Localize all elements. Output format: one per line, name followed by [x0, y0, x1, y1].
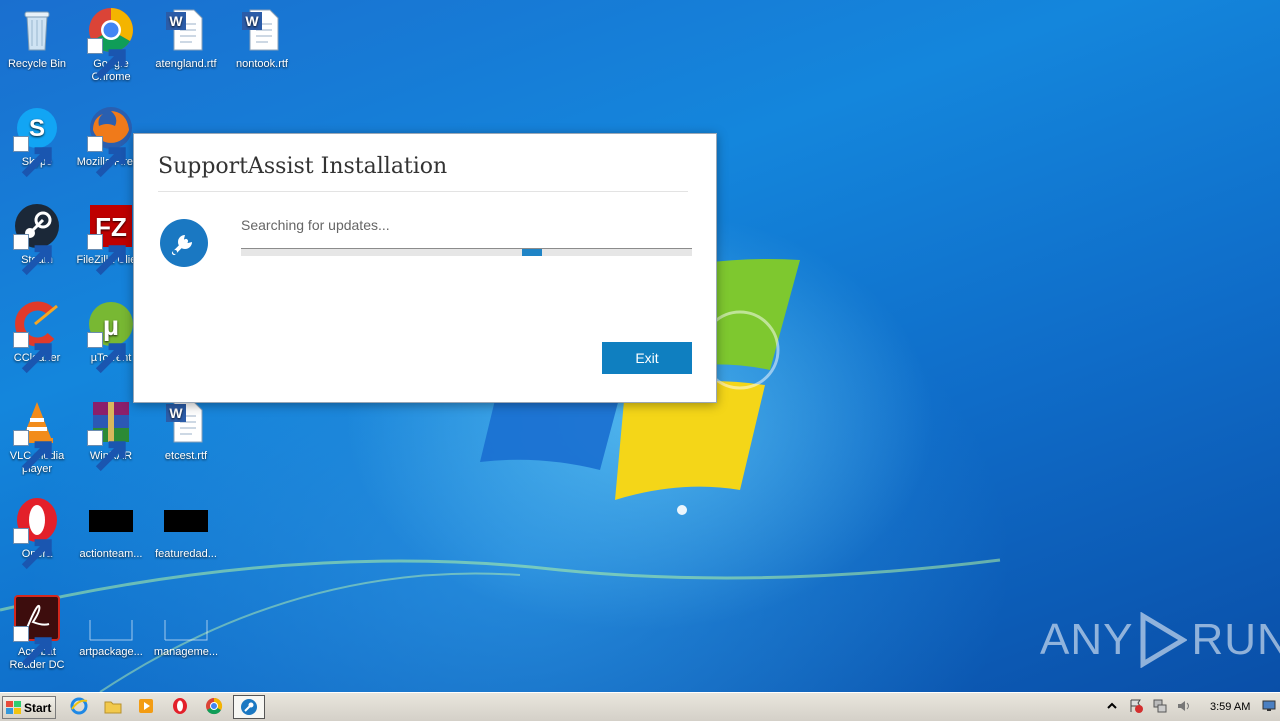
svg-text:W: W: [169, 13, 183, 29]
start-button[interactable]: Start: [2, 696, 56, 719]
quicklaunch-explorer[interactable]: [104, 697, 124, 717]
clock: 3:59 AM: [1210, 701, 1251, 713]
shortcut-arrow-icon: [13, 626, 52, 668]
shortcut-arrow-icon: [87, 136, 126, 178]
recycle-bin-icon: [24, 11, 50, 51]
supportassist-dialog: SupportAssist Installation Searching for…: [133, 133, 717, 403]
tray-action-center[interactable]: [1128, 698, 1146, 716]
system-tray: 3:59 AM: [1104, 695, 1280, 719]
media-player-icon: [139, 699, 153, 713]
network-icon: [1153, 699, 1167, 713]
word-document-icon: W: [242, 9, 279, 51]
internet-explorer-icon: [70, 697, 88, 715]
folder-icon: [104, 701, 122, 714]
shortcut-arrow-icon: [13, 136, 52, 178]
exit-button[interactable]: Exit: [602, 342, 692, 374]
blank-file-icon: [89, 620, 133, 641]
start-label: Start: [24, 700, 52, 715]
flag-warning-icon: [1130, 699, 1143, 713]
shortcut-arrow-icon: [87, 332, 126, 374]
wrench-icon: [160, 219, 208, 267]
tray-volume[interactable]: [1176, 698, 1194, 716]
desktop-icon-recycle-bin[interactable]: Recycle Bin: [0, 6, 74, 71]
desktop-icon-label: manageme...: [153, 646, 219, 658]
shortcut-arrow-icon: [13, 234, 52, 276]
monitor-icon: [1262, 700, 1276, 711]
progress-bar: [241, 248, 692, 256]
wrench-icon: [241, 699, 257, 715]
desktop-icon-ccleaner[interactable]: CCleaner: [0, 300, 74, 374]
chevron-up-icon: [1107, 702, 1117, 709]
desktop: Recycle Bin S Skype Steam CCleaner VLC m…: [0, 0, 1280, 692]
desktop-icon-winrar[interactable]: WinRAR: [74, 398, 148, 472]
tray-expand[interactable]: [1104, 698, 1122, 716]
taskbar-item-supportassist[interactable]: [233, 695, 265, 719]
svg-text:W: W: [169, 405, 183, 421]
desktop-icon-label: featuredad...: [155, 548, 217, 560]
desktop-icon-actionteam[interactable]: actionteam...: [74, 496, 148, 561]
shortcut-arrow-icon: [87, 38, 126, 80]
speaker-icon: [1178, 701, 1189, 711]
desktop-icon-featuredad[interactable]: featuredad...: [149, 496, 223, 561]
opera-icon: [173, 698, 187, 714]
desktop-icon-atengland[interactable]: W atengland.rtf: [149, 6, 223, 71]
quicklaunch-chrome[interactable]: [205, 697, 225, 717]
quicklaunch-ie[interactable]: [70, 697, 90, 717]
desktop-icon-nontook[interactable]: W nontook.rtf: [225, 6, 299, 71]
blank-file-icon: [164, 620, 208, 641]
desktop-icon-opera[interactable]: Opera: [0, 496, 74, 570]
desktop-icon-skype[interactable]: S Skype: [0, 104, 74, 178]
quicklaunch-opera[interactable]: [171, 697, 191, 717]
quicklaunch-media-player[interactable]: [137, 697, 157, 717]
black-file-icon: [164, 510, 208, 532]
svg-text:W: W: [245, 13, 259, 29]
watermark-text-left: ANY: [1040, 615, 1134, 664]
desktop-icon-label: actionteam...: [79, 548, 143, 560]
status-text: Searching for updates...: [241, 217, 390, 233]
desktop-icon-vlc[interactable]: VLC media player: [0, 398, 74, 476]
shortcut-arrow-icon: [13, 528, 52, 570]
desktop-icon-etcest[interactable]: W etcest.rtf: [149, 398, 223, 463]
desktop-icon-label: atengland.rtf: [155, 58, 217, 70]
desktop-icon-acrobat[interactable]: Acrobat Reader DC: [0, 594, 74, 672]
progress-indicator: [522, 249, 542, 256]
desktop-icon-label: artpackage...: [79, 646, 143, 658]
shortcut-arrow-icon: [13, 430, 52, 472]
shortcut-arrow-icon: [13, 332, 52, 374]
desktop-icon-steam[interactable]: Steam: [0, 202, 74, 276]
desktop-icon-label: etcest.rtf: [164, 450, 208, 462]
dialog-title: SupportAssist Installation: [158, 154, 448, 179]
windows-logo-icon: [6, 700, 21, 714]
shortcut-arrow-icon: [87, 430, 126, 472]
black-file-icon: [89, 510, 133, 532]
desktop-icon-google-chrome[interactable]: Google Chrome: [74, 6, 148, 84]
play-logo-icon: [1140, 612, 1188, 668]
desktop-icon-artpackage[interactable]: artpackage...: [74, 594, 148, 659]
word-document-icon: W: [166, 9, 203, 51]
word-document-icon: W: [166, 401, 203, 443]
chrome-icon: [206, 697, 223, 715]
watermark-text-right: RUN: [1191, 615, 1280, 664]
anyrun-watermark: ANY RUN: [1040, 610, 1280, 670]
desktop-icon-manageme[interactable]: manageme...: [149, 594, 223, 659]
desktop-icon-label: nontook.rtf: [236, 58, 288, 70]
taskbar: Start 3:59 AM: [0, 692, 1280, 721]
shortcut-arrow-icon: [87, 234, 126, 276]
tray-network[interactable]: [1152, 698, 1170, 716]
desktop-icon-label: Recycle Bin: [7, 58, 67, 70]
dialog-divider: [158, 191, 688, 192]
show-desktop-button[interactable]: [1262, 699, 1276, 711]
